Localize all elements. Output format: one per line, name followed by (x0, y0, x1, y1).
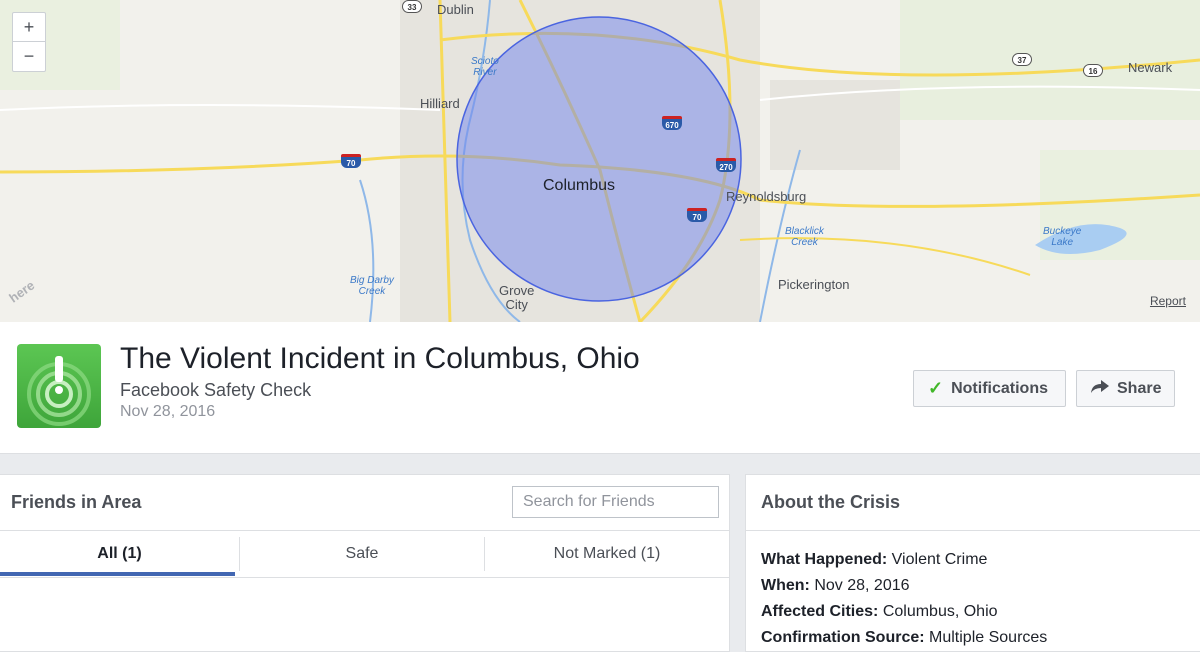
map-label-grove-city: Grove City (499, 283, 535, 312)
crisis-info-list: What Happened: Violent Crime When: Nov 2… (761, 547, 1047, 651)
event-subtitle: Facebook Safety Check (120, 380, 312, 400)
map-label-big-darby-creek: Big Darby Creek (350, 275, 394, 297)
info-value-affected-cities: Columbus, Ohio (882, 603, 998, 620)
route-37-shield: 37 (1012, 53, 1032, 66)
search-friends-input[interactable] (512, 486, 719, 518)
map-label-newark: Newark (1128, 60, 1173, 75)
interstate-270-shield: 270 (716, 158, 736, 172)
map-report-link[interactable]: Report (1150, 294, 1186, 308)
map-label-reynoldsburg: Reynoldsburg (726, 189, 807, 204)
tab-safe[interactable]: Safe (240, 537, 485, 571)
info-value-when: Nov 28, 2016 (814, 577, 910, 594)
checkmark-icon: ✓ (928, 378, 944, 398)
crisis-info-row: What Happened: Violent Crime (761, 547, 1047, 573)
interstate-70-west-shield: 70 (341, 154, 361, 168)
info-key-what-happened: What Happened: (761, 551, 888, 568)
crisis-info-row: Confirmation Source: Multiple Sources (761, 625, 1047, 651)
info-key-confirmation-source: Confirmation Source: (761, 629, 925, 646)
friends-in-area-panel: Friends in Area All (1) Safe Not Marked … (0, 474, 730, 652)
about-crisis-panel: About the Crisis What Happened: Violent … (745, 474, 1200, 652)
share-label: Share (1117, 379, 1162, 397)
event-date: Nov 28, 2016 (120, 403, 216, 420)
notifications-label: Notifications (951, 379, 1048, 397)
event-title: The Violent Incident in Columbus, Ohio (120, 342, 640, 375)
route-33-shield: 33 (402, 0, 422, 13)
tab-not-marked[interactable]: Not Marked (1) (485, 531, 729, 577)
map-label-buckeye-lake: Buckeye Lake (1043, 226, 1082, 248)
tab-all[interactable]: All (1) (0, 537, 240, 576)
map-label-columbus: Columbus (543, 177, 616, 194)
map-canvas (0, 0, 1200, 322)
zoom-in-button[interactable]: + (13, 13, 45, 42)
share-arrow-icon (1091, 378, 1109, 399)
map-zoom-control: + − (12, 12, 46, 72)
crisis-map[interactable]: Dublin Hilliard Columbus Reynoldsburg Pi… (0, 0, 1200, 322)
about-panel-title: About the Crisis (761, 492, 901, 512)
route-16-shield: 16 (1083, 64, 1103, 77)
map-label-dublin: Dublin (437, 2, 474, 17)
friends-panel-title: Friends in Area (11, 492, 142, 512)
crisis-info-row: Affected Cities: Columbus, Ohio (761, 599, 1047, 625)
info-value-confirmation-source: Multiple Sources (929, 629, 1048, 646)
map-label-pickerington: Pickerington (778, 277, 850, 292)
about-divider (746, 530, 1200, 531)
info-key-when: When: (761, 577, 810, 594)
interstate-70-east-shield: 70 (687, 208, 707, 222)
safety-check-icon (17, 344, 101, 428)
interstate-670-shield: 670 (662, 116, 682, 130)
share-button[interactable]: Share (1076, 370, 1175, 407)
notifications-button[interactable]: ✓ Notifications (913, 370, 1066, 407)
info-value-what-happened: Violent Crime (891, 551, 988, 568)
zoom-out-button[interactable]: − (13, 42, 45, 71)
event-header: The Violent Incident in Columbus, Ohio F… (0, 322, 1200, 454)
map-label-hilliard: Hilliard (420, 96, 460, 111)
friends-tabs: All (1) Safe Not Marked (1) (0, 530, 729, 578)
crisis-info-row: When: Nov 28, 2016 (761, 573, 1047, 599)
map-label-blacklick-creek: Blacklick Creek (785, 226, 824, 248)
map-label-scioto-river: Scioto River (471, 56, 499, 78)
info-key-affected-cities: Affected Cities: (761, 603, 879, 620)
